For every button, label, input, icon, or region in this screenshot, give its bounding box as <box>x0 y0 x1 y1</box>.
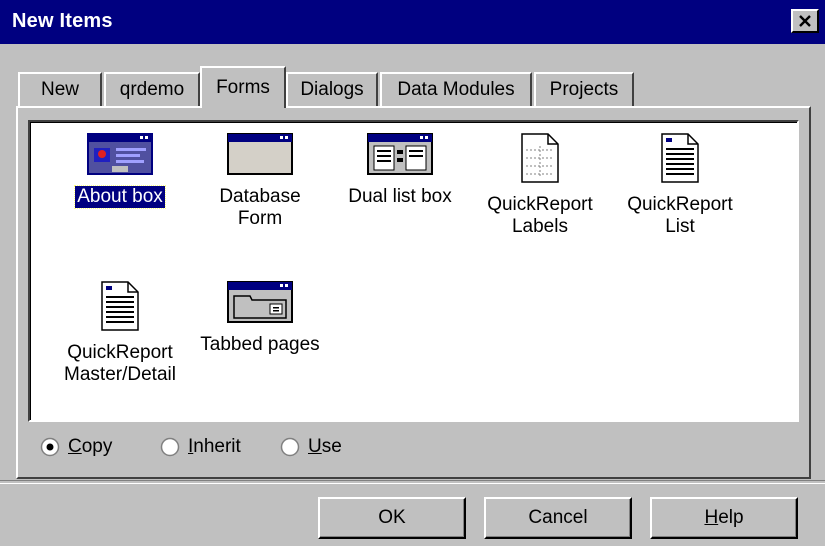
help-button-label: Help <box>704 507 744 528</box>
tab-qrdemo[interactable]: qrdemo <box>104 72 200 106</box>
tab-forms[interactable]: Forms <box>200 66 286 108</box>
cancel-button[interactable]: Cancel <box>484 497 632 539</box>
separator <box>0 480 825 484</box>
tab-panel <box>16 106 811 479</box>
tab-new[interactable]: New <box>18 72 102 106</box>
tab-label: Forms <box>216 77 270 98</box>
tab-projects[interactable]: Projects <box>534 72 634 106</box>
tab-dialogs[interactable]: Dialogs <box>286 72 378 106</box>
tab-data-modules[interactable]: Data Modules <box>380 72 532 106</box>
ok-button-label: OK <box>378 507 406 528</box>
tab-label: Dialogs <box>300 79 364 100</box>
tab-label: Projects <box>549 79 619 100</box>
cancel-button-label: Cancel <box>528 507 588 528</box>
ok-button[interactable]: OK <box>318 497 466 539</box>
window-title: New Items <box>12 10 113 32</box>
tab-label: New <box>40 79 79 100</box>
close-button[interactable] <box>791 9 819 33</box>
help-button[interactable]: Help <box>650 497 798 539</box>
title-bar[interactable]: New Items <box>0 0 825 44</box>
close-icon <box>799 15 811 27</box>
tab-label: qrdemo <box>119 79 185 100</box>
tab-label: Data Modules <box>397 79 515 100</box>
